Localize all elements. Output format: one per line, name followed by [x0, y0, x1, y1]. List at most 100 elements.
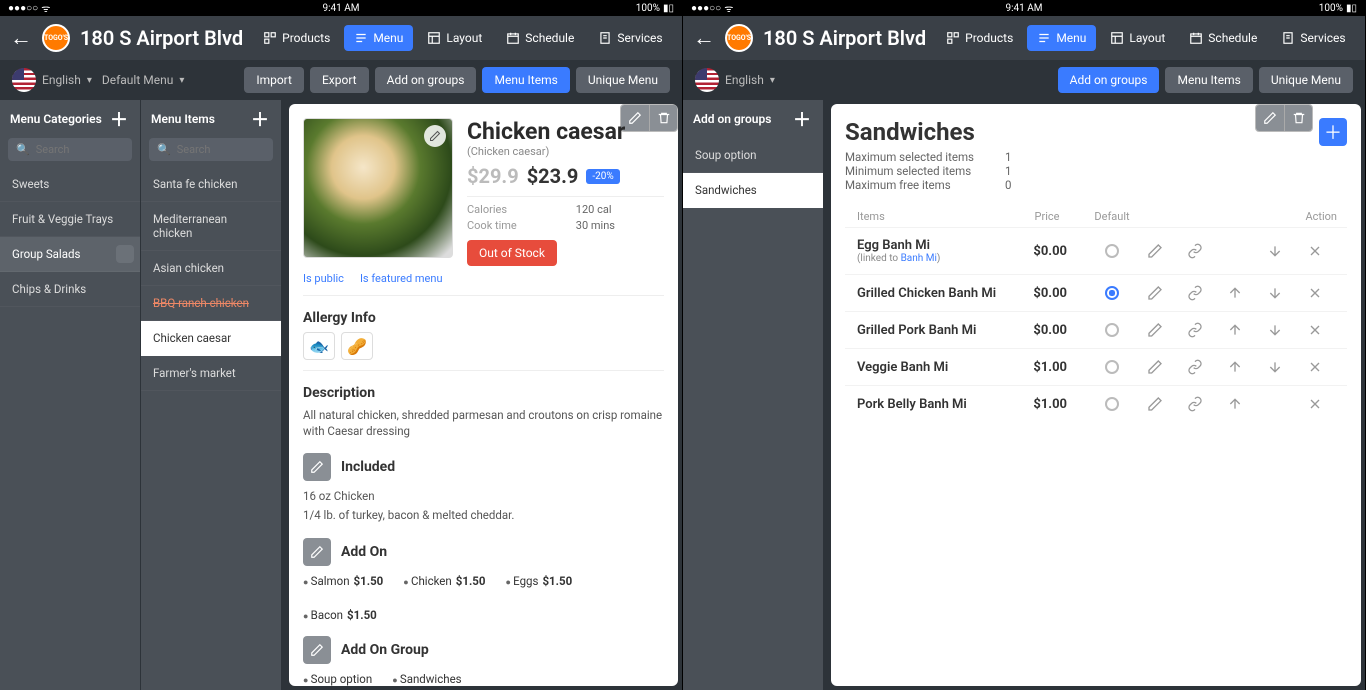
- edit-icon[interactable]: [1147, 243, 1187, 259]
- edit-icon[interactable]: [1147, 396, 1187, 412]
- link-icon[interactable]: [1187, 322, 1227, 338]
- add-item-button[interactable]: ＋: [249, 108, 271, 130]
- nav-products[interactable]: Products: [936, 25, 1023, 51]
- remove-icon[interactable]: [1307, 359, 1347, 375]
- sub-header: English▾ Default Menu▾ ImportExportAdd o…: [0, 60, 682, 100]
- link-icon[interactable]: [1187, 285, 1227, 301]
- default-radio[interactable]: [1105, 244, 1119, 258]
- pill-unique-menu[interactable]: Unique Menu: [1259, 67, 1353, 93]
- remove-icon[interactable]: [1307, 243, 1347, 259]
- products-icon: [263, 31, 277, 45]
- move-down-icon[interactable]: [1267, 359, 1307, 375]
- default-radio[interactable]: [1105, 360, 1119, 374]
- device-right: ●●●○○ᯤ 9:41 AM 100%▮▯ ← TOGO'S 180 S Air…: [683, 0, 1366, 690]
- list-item[interactable]: Mediterranean chicken: [141, 202, 281, 251]
- list-item[interactable]: BBQ ranch chicken: [141, 286, 281, 321]
- store-title: 180 S Airport Blvd: [763, 26, 926, 50]
- back-button[interactable]: ←: [693, 25, 715, 51]
- app-header: ← TOGO'S 180 S Airport Blvd ProductsMenu…: [0, 16, 682, 60]
- edit-addon-button[interactable]: [303, 538, 331, 566]
- list-item[interactable]: Group Salads: [0, 237, 140, 272]
- nav-menu[interactable]: Menu: [1027, 25, 1096, 51]
- move-down-icon[interactable]: [1267, 285, 1307, 301]
- list-item[interactable]: Asian chicken: [141, 251, 281, 286]
- move-up-icon[interactable]: [1227, 322, 1267, 338]
- link-icon[interactable]: [1187, 396, 1227, 412]
- pill-menu-items[interactable]: Menu Items: [482, 67, 569, 93]
- language-selector[interactable]: English▾: [695, 68, 775, 92]
- carrier-dots: ●●●○○: [8, 3, 38, 14]
- description-title: Description: [303, 385, 664, 401]
- list-item[interactable]: Soup option: [683, 138, 823, 173]
- list-item[interactable]: Sweets: [0, 167, 140, 202]
- move-down-icon[interactable]: [1267, 243, 1307, 259]
- categories-search-input[interactable]: [36, 143, 124, 156]
- addon-item: Eggs$1.50: [506, 574, 573, 588]
- edit-icon[interactable]: [1147, 359, 1187, 375]
- nav-layout[interactable]: Layout: [417, 25, 492, 51]
- edit-icon[interactable]: [1147, 285, 1187, 301]
- is-featured-link[interactable]: Is featured menu: [360, 272, 443, 285]
- nav-schedule[interactable]: Schedule: [1179, 25, 1267, 51]
- list-item[interactable]: Sandwiches: [683, 173, 823, 208]
- edit-addongroup-button[interactable]: [303, 636, 331, 664]
- row-price: $0.00: [1017, 286, 1077, 301]
- list-item[interactable]: Santa fe chicken: [141, 167, 281, 202]
- default-radio[interactable]: [1105, 397, 1119, 411]
- default-radio[interactable]: [1105, 286, 1119, 300]
- back-button[interactable]: ←: [10, 25, 32, 51]
- item-subtitle: (Chicken caesar): [467, 145, 664, 158]
- gear-icon[interactable]: [116, 246, 132, 262]
- default-radio[interactable]: [1105, 323, 1119, 337]
- items-search[interactable]: 🔍: [149, 138, 273, 161]
- delete-group-button[interactable]: [1284, 105, 1312, 131]
- is-public-link[interactable]: Is public: [303, 272, 344, 285]
- add-group-item-button[interactable]: ＋: [1319, 118, 1347, 146]
- items-search-input[interactable]: [177, 143, 265, 156]
- pill-export[interactable]: Export: [310, 67, 369, 93]
- calories-value: 120 cal: [576, 203, 664, 216]
- store-title: 180 S Airport Blvd: [80, 26, 243, 50]
- remove-icon[interactable]: [1307, 322, 1347, 338]
- add-addon-group-button[interactable]: ＋: [791, 108, 813, 130]
- edit-group-button[interactable]: [1256, 105, 1284, 131]
- col-default: Default: [1077, 210, 1147, 223]
- categories-title: Menu Categories: [10, 112, 102, 126]
- categories-search[interactable]: 🔍: [8, 138, 132, 161]
- pill-unique-menu[interactable]: Unique Menu: [576, 67, 670, 93]
- move-down-icon[interactable]: [1267, 322, 1307, 338]
- list-item[interactable]: Farmer's market: [141, 356, 281, 391]
- pill-import[interactable]: Import: [244, 67, 304, 93]
- list-item[interactable]: Chips & Drinks: [0, 272, 140, 307]
- nav-products[interactable]: Products: [253, 25, 340, 51]
- nav-schedule[interactable]: Schedule: [496, 25, 584, 51]
- menu-selector[interactable]: Default Menu▾: [102, 73, 185, 87]
- list-item[interactable]: Chicken caesar: [141, 321, 281, 356]
- move-up-icon[interactable]: [1227, 285, 1267, 301]
- remove-icon[interactable]: [1307, 396, 1347, 412]
- list-item[interactable]: Fruit & Veggie Trays: [0, 202, 140, 237]
- image-edit-button[interactable]: [424, 125, 446, 147]
- pill-add-on-groups[interactable]: Add on groups: [1058, 67, 1160, 93]
- nav-menu[interactable]: Menu: [344, 25, 413, 51]
- pill-add-on-groups[interactable]: Add on groups: [375, 67, 477, 93]
- edit-included-button[interactable]: [303, 453, 331, 481]
- app-header: ← TOGO'S 180 S Airport Blvd ProductsMenu…: [683, 16, 1365, 60]
- nav-services[interactable]: Services: [1271, 25, 1355, 51]
- move-up-icon[interactable]: [1227, 359, 1267, 375]
- calories-label: Calories: [467, 203, 566, 216]
- language-selector[interactable]: English▾: [12, 68, 92, 92]
- out-of-stock-button[interactable]: Out of Stock: [467, 240, 557, 266]
- pill-menu-items[interactable]: Menu Items: [1165, 67, 1252, 93]
- add-category-button[interactable]: ＋: [108, 108, 130, 130]
- link-icon[interactable]: [1187, 359, 1227, 375]
- edit-icon[interactable]: [1147, 322, 1187, 338]
- row-price: $0.00: [1017, 323, 1077, 338]
- link-icon[interactable]: [1187, 243, 1227, 259]
- col-items: Items: [845, 210, 1017, 223]
- nav-layout[interactable]: Layout: [1100, 25, 1175, 51]
- remove-icon[interactable]: [1307, 285, 1347, 301]
- nav-services[interactable]: Services: [588, 25, 672, 51]
- linked-item[interactable]: Banh Mi: [901, 253, 937, 264]
- move-up-icon[interactable]: [1227, 396, 1267, 412]
